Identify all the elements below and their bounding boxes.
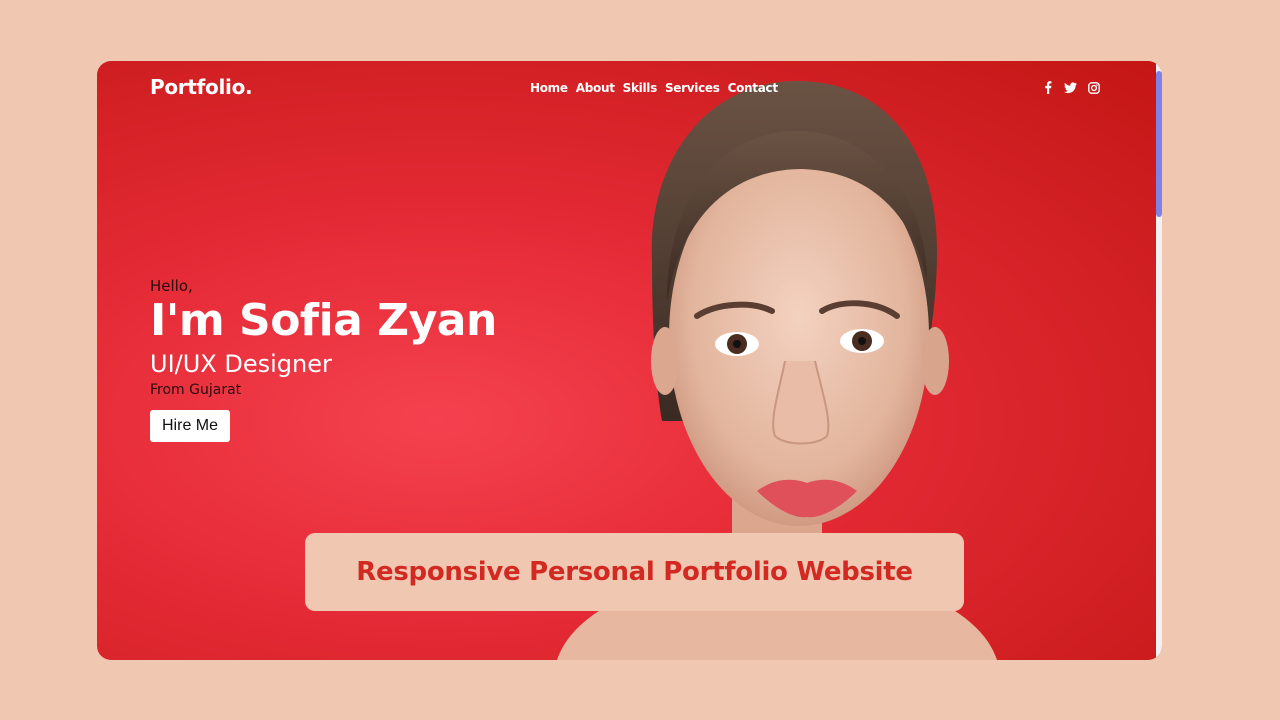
nav-skills[interactable]: Skills (623, 81, 658, 95)
hero-role: UI/UX Designer (150, 350, 332, 379)
nav-services[interactable]: Services (665, 81, 720, 95)
banner-title: Responsive Personal Portfolio Website (356, 557, 913, 587)
hero-section: Hello, I'm Sofia Zyan UI/UX Designer Fro… (150, 277, 497, 442)
nav-home[interactable]: Home (530, 81, 568, 95)
hire-me-button[interactable]: Hire Me (150, 409, 231, 442)
social-links (1041, 80, 1100, 95)
hero-name: I'm Sofia Zyan (150, 295, 497, 346)
hero-greeting: Hello, (150, 277, 193, 295)
main-nav: Home About Skills Services Contact (530, 81, 786, 95)
scrollbar-track[interactable] (1156, 61, 1162, 660)
twitter-icon[interactable] (1064, 80, 1077, 95)
title-banner: Responsive Personal Portfolio Website (305, 533, 964, 611)
instagram-icon[interactable] (1087, 80, 1100, 95)
facebook-icon[interactable] (1041, 80, 1054, 95)
nav-contact[interactable]: Contact (728, 81, 778, 95)
nav-about[interactable]: About (576, 81, 615, 95)
scrollbar-thumb[interactable] (1156, 71, 1162, 217)
site-logo[interactable]: Portfolio. (150, 75, 253, 99)
hero-location: From Gujarat (150, 381, 242, 398)
